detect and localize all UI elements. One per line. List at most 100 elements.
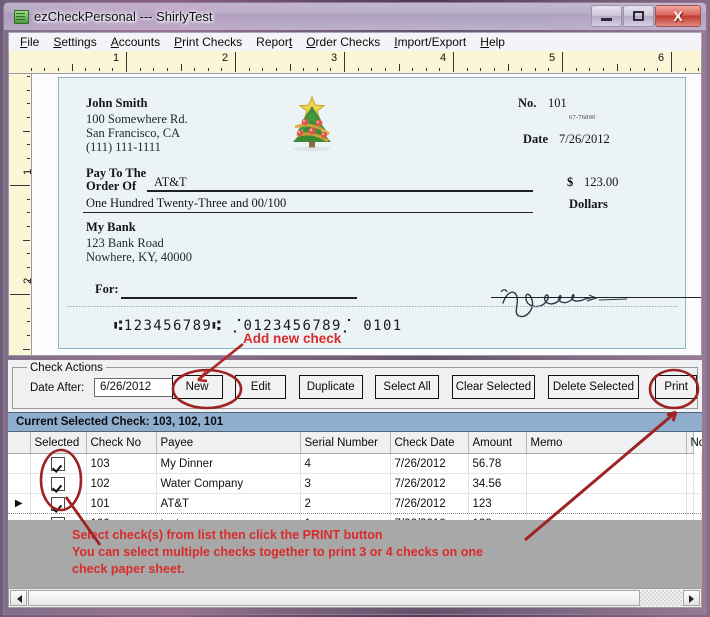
ruler-minor-tick	[507, 64, 509, 71]
row-memo[interactable]	[526, 453, 687, 474]
table-row[interactable]: 102 Water Company 3 7/26/2012 34.56	[8, 473, 702, 494]
maximize-button[interactable]	[623, 5, 654, 27]
check-payee-value: AT&T	[154, 175, 187, 189]
annotation-line-2: You can select multiple checks together …	[72, 545, 483, 559]
select-all-button[interactable]: Select All	[375, 375, 439, 399]
column-header-selected[interactable]: Selected	[30, 432, 87, 454]
row-memo[interactable]	[526, 493, 687, 514]
menu-item-order-checks[interactable]: Order Checks	[299, 34, 387, 50]
menu-item-report[interactable]: Report	[249, 34, 299, 50]
delete-selected-button[interactable]: Delete Selected	[548, 375, 639, 399]
minimize-button[interactable]	[591, 5, 622, 27]
check-preview-area[interactable]: John Smith 100 Somewhere Rd. San Francis…	[32, 74, 702, 356]
ruler-major-tick	[235, 52, 236, 72]
horizontal-ruler: 1 2 3 4 5 6	[8, 51, 702, 74]
menu-item-print-checks[interactable]: Print Checks	[167, 34, 249, 50]
checks-grid[interactable]: Selected Check No Payee Serial Number Check …	[8, 432, 702, 520]
ruler-major-tick	[344, 52, 345, 72]
scroll-right-arrow-icon[interactable]	[683, 590, 700, 606]
row-selected-cell[interactable]	[30, 453, 87, 474]
date-after-label: Date After:	[30, 382, 85, 394]
row-serial-number[interactable]: 3	[300, 473, 391, 494]
column-header-serial-number[interactable]: Serial Number	[300, 432, 391, 454]
bank-address-1: 123 Bank Road	[86, 236, 164, 250]
ruler-minor-tick	[207, 68, 209, 71]
date-after-value: 6/26/2012	[100, 381, 152, 393]
check-date-value: 7/26/2012	[559, 132, 610, 146]
vruler-minor-tick	[27, 116, 30, 118]
row-check-no[interactable]: 101	[86, 493, 157, 514]
checkbox-icon[interactable]	[51, 476, 65, 491]
row-payee[interactable]: Water Company	[156, 473, 301, 494]
row-payee[interactable]: My Dinner	[156, 453, 301, 474]
row-amount[interactable]: 34.56	[468, 473, 527, 494]
ruler-major-tick	[671, 52, 672, 72]
column-header-memo[interactable]: Memo	[526, 432, 687, 454]
payer-name: John Smith	[86, 96, 148, 110]
row-payee[interactable]: AT&T	[156, 493, 301, 514]
column-header-amount[interactable]: Amount	[468, 432, 527, 454]
edit-button[interactable]: Edit	[235, 375, 287, 399]
row-serial-number[interactable]: 2	[300, 493, 391, 514]
signature-image	[500, 289, 628, 318]
annotation-add-new-check: Add new check	[243, 331, 342, 346]
vruler-minor-tick	[23, 239, 30, 241]
table-row[interactable]: ▶ 101 AT&T 2 7/26/2012 123	[8, 493, 702, 514]
ruler-minor-tick	[330, 68, 332, 71]
column-header-check-date[interactable]: Check Date	[390, 432, 469, 454]
signature-rule	[491, 297, 701, 298]
current-selected-check-bar: Current Selected Check: 103, 102, 101	[8, 412, 702, 432]
row-memo[interactable]	[526, 473, 687, 494]
ruler-minor-tick	[357, 68, 359, 71]
row-note[interactable]	[686, 473, 695, 494]
memo-rule	[121, 297, 357, 299]
row-amount[interactable]: 56.78	[468, 453, 527, 474]
ruler-minor-tick	[398, 64, 400, 71]
check-document[interactable]: John Smith 100 Somewhere Rd. San Francis…	[58, 77, 701, 349]
table-row[interactable]: 103 My Dinner 4 7/26/2012 56.78	[8, 453, 702, 474]
row-check-date[interactable]: 7/26/2012	[390, 473, 469, 494]
ruler-minor-tick	[57, 68, 59, 71]
routing-fraction: 67-76890	[569, 114, 596, 121]
column-header-note[interactable]: Note	[686, 432, 702, 454]
payer-address-1: 100 Somewhere Rd.	[86, 112, 188, 126]
row-amount[interactable]: 123	[468, 493, 527, 514]
app-icon	[14, 10, 29, 24]
menu-item-accounts[interactable]: Accounts	[104, 34, 167, 50]
maximize-icon	[633, 11, 644, 21]
row-check-date[interactable]: 7/26/2012	[390, 493, 469, 514]
close-button[interactable]: X	[655, 5, 701, 27]
row-note[interactable]	[686, 453, 695, 474]
new-button[interactable]: New	[171, 375, 223, 399]
scroll-left-arrow-icon[interactable]	[10, 590, 27, 606]
scrollbar-track[interactable]	[640, 590, 682, 606]
ruler-minor-tick	[698, 68, 700, 71]
row-selected-cell[interactable]	[30, 493, 87, 514]
row-selected-cell[interactable]	[30, 473, 87, 494]
print-button[interactable]: Print	[655, 375, 698, 399]
row-check-no[interactable]: 103	[86, 453, 157, 474]
checkbox-icon[interactable]	[51, 456, 65, 471]
scrollbar-thumb[interactable]	[28, 590, 640, 606]
row-check-date[interactable]: 7/26/2012	[390, 453, 469, 474]
ruler-minor-tick	[112, 68, 114, 71]
row-serial-number[interactable]: 4	[300, 453, 391, 474]
ruler-minor-tick	[493, 68, 495, 71]
menu-item-file[interactable]: File	[13, 34, 46, 50]
vruler-minor-tick	[27, 280, 30, 282]
row-filler	[693, 493, 702, 514]
row-note[interactable]	[686, 493, 695, 514]
checkbox-icon[interactable]	[51, 496, 65, 511]
clear-selected-button[interactable]: Clear Selected	[451, 375, 536, 399]
duplicate-button[interactable]: Duplicate	[298, 375, 363, 399]
ruler-number-6: 6	[658, 52, 665, 64]
vruler-minor-tick	[27, 294, 30, 295]
column-header-payee[interactable]: Payee	[156, 432, 301, 454]
menu-item-help[interactable]: Help	[473, 34, 512, 50]
ruler-number-4: 4	[440, 52, 447, 64]
column-header-check-no[interactable]: Check No	[86, 432, 157, 454]
horizontal-scrollbar[interactable]	[8, 588, 702, 608]
menu-item-settings[interactable]: Settings	[46, 34, 103, 50]
menu-item-import-export[interactable]: Import/Export	[387, 34, 473, 50]
row-check-no[interactable]: 102	[86, 473, 157, 494]
